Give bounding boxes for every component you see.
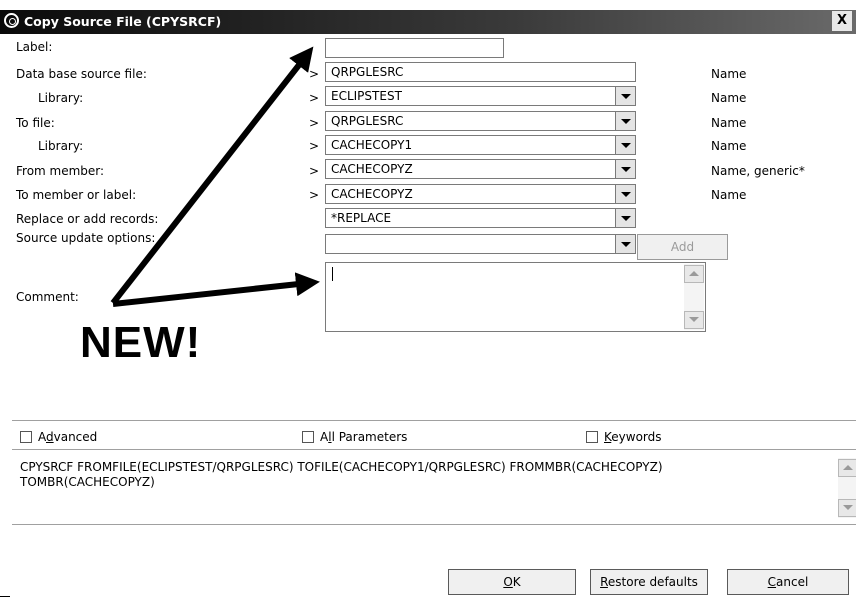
checkbox-box[interactable]: [586, 431, 598, 443]
separator: [12, 524, 856, 526]
separator: [12, 449, 856, 451]
keywords-checkbox[interactable]: Keywords: [586, 430, 662, 444]
all-parameters-checkbox[interactable]: All Parameters: [302, 430, 407, 444]
separator: [12, 420, 856, 422]
command-scrollbar[interactable]: [838, 458, 856, 518]
cancel-button[interactable]: Cancel: [727, 569, 849, 595]
scroll-down-icon[interactable]: [838, 499, 856, 517]
scroll-up-icon[interactable]: [838, 459, 856, 477]
divider-line: [0, 596, 10, 597]
checkbox-box[interactable]: [302, 431, 314, 443]
command-text: CPYSRCF FROMFILE(ECLIPSTEST/QRPGLESRC) T…: [20, 460, 663, 489]
dialog-window: Copy Source File (CPYSRCF) X Label: Data…: [0, 0, 856, 601]
command-preview: CPYSRCF FROMFILE(ECLIPSTEST/QRPGLESRC) T…: [12, 454, 856, 524]
checkbox-box[interactable]: [20, 431, 32, 443]
restore-defaults-button[interactable]: Restore defaults: [590, 569, 708, 595]
arrow-to-comment: [112, 272, 320, 307]
advanced-checkbox[interactable]: Advanced: [20, 430, 97, 444]
new-annotation: NEW!: [80, 318, 202, 367]
ok-button[interactable]: OK: [448, 569, 576, 595]
arrow-to-label-input: [110, 46, 314, 305]
